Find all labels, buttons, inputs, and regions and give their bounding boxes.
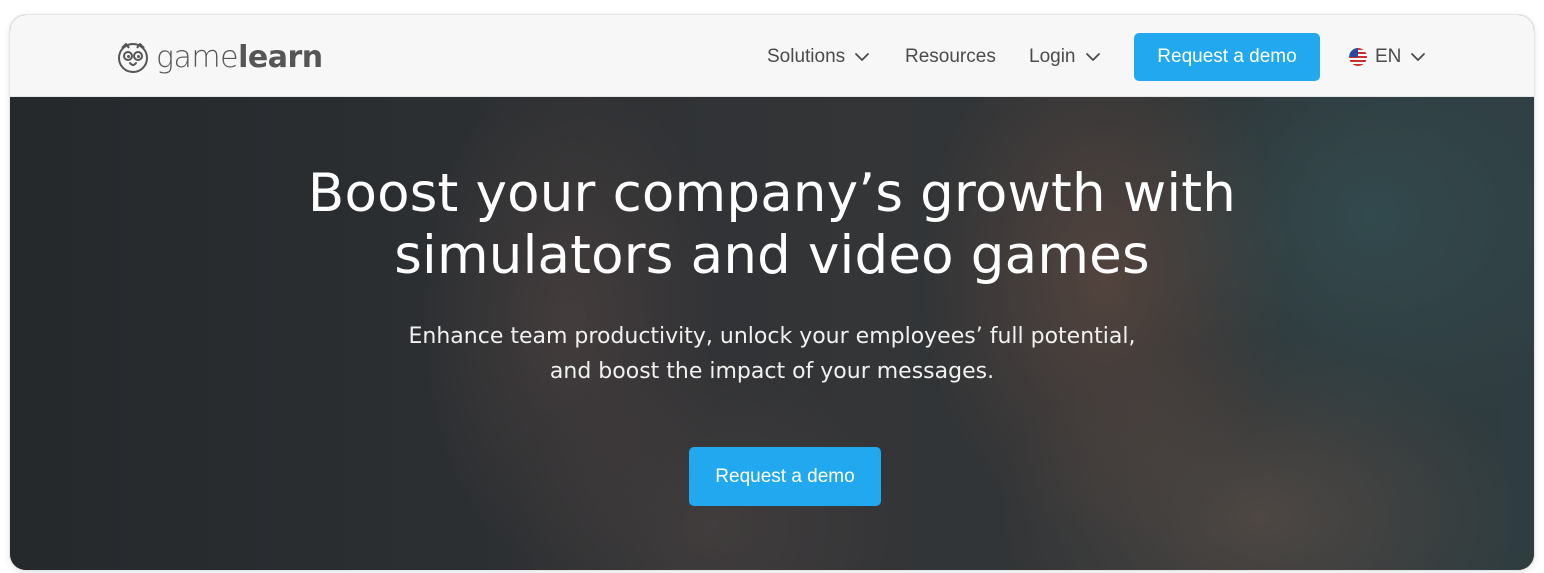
hero-request-demo-button[interactable]: Request a demo bbox=[689, 447, 881, 506]
hero-subtitle: Enhance team productivity, unlock your e… bbox=[10, 319, 1534, 389]
nav-solutions[interactable]: Solutions bbox=[767, 46, 871, 68]
gamelearn-logo[interactable]: gamelearn bbox=[116, 39, 323, 75]
browser-frame: gamelearn Solutions Resources Login Requ… bbox=[10, 15, 1534, 570]
header-request-demo-button[interactable]: Request a demo bbox=[1134, 33, 1320, 81]
owl-face-icon bbox=[118, 43, 148, 73]
logo-wordmark: gamelearn bbox=[156, 40, 323, 75]
nav-resources-label: Resources bbox=[905, 46, 996, 67]
site-header: gamelearn Solutions Resources Login Requ… bbox=[10, 15, 1534, 97]
hero-subtitle-line1: Enhance team productivity, unlock your e… bbox=[408, 324, 1136, 349]
hero-content: Boost your company’s growth with simulat… bbox=[10, 97, 1534, 570]
us-flag-icon bbox=[1349, 48, 1367, 66]
hero-title: Boost your company’s growth with simulat… bbox=[10, 163, 1534, 287]
hero-title-line2: simulators and video games bbox=[394, 225, 1150, 286]
chevron-down-icon bbox=[855, 53, 870, 61]
logo-text-light: game bbox=[156, 39, 239, 75]
hero-section: Boost your company’s growth with simulat… bbox=[10, 97, 1534, 570]
nav-solutions-label: Solutions bbox=[767, 46, 846, 67]
nav-resources[interactable]: Resources bbox=[905, 46, 996, 68]
language-label: EN bbox=[1375, 46, 1402, 67]
hero-title-line1: Boost your company’s growth with bbox=[307, 163, 1237, 224]
hero-subtitle-line2: and boost the impact of your messages. bbox=[549, 359, 995, 384]
nav-login[interactable]: Login bbox=[1029, 46, 1102, 68]
nav-login-label: Login bbox=[1029, 46, 1076, 67]
logo-text-bold: learn bbox=[238, 39, 323, 75]
language-selector[interactable]: EN bbox=[1349, 46, 1427, 68]
chevron-down-icon bbox=[1085, 53, 1100, 61]
chevron-down-icon bbox=[1411, 53, 1426, 61]
